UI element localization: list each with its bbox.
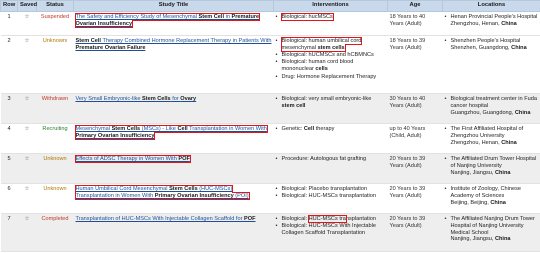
status-label: Suspended — [36, 11, 74, 36]
location-cell: Shenzhen People's HospitalShenzhen, Guan… — [442, 35, 540, 94]
age-cell: 18 Years to 40 Years (Adult) — [387, 11, 443, 36]
study-title-cell: Mesenchymal Stem Cells (MSCs) - Like Cel… — [73, 123, 274, 154]
age-cell: up to 40 Years (Child, Adult) — [387, 123, 443, 154]
status-label: Withdrawn — [36, 93, 74, 124]
age-cell: 30 Years to 40 Years (Adult) — [387, 93, 443, 124]
table-row: 7 ☆ Completed Transplantation of HUC-MSC… — [0, 213, 540, 252]
location-cell: Henan Provincial People's HospitalZhengz… — [442, 11, 540, 36]
intervention-item: Procedure: Autologous fat grafting — [276, 156, 386, 163]
row-number: 7 — [0, 213, 18, 252]
column-header-row[interactable]: Row — [0, 0, 18, 12]
intervention-item: Drug: Hormone Replacement Therapy — [276, 74, 386, 81]
intervention-item: Biological: human cord blood mononuclear… — [276, 59, 386, 73]
location-item: Henan Provincial People's HospitalZhengz… — [445, 14, 539, 28]
age-cell: 20 Years to 39 Years (Adult) — [387, 213, 443, 252]
interventions-cell: Biological: hucMSCs — [273, 11, 388, 36]
study-title-link[interactable]: Mesenchymal Stem Cells (MSCs) - Like Cel… — [76, 126, 267, 139]
study-title-cell: Human Umbilical Cord Mesenchymal Stem Ce… — [73, 183, 274, 214]
location-item: The Affiliated Nanjing Drum Tower Hospit… — [445, 216, 539, 243]
study-title-link[interactable]: Stem Cell Therapy Combined Hormone Repla… — [76, 38, 272, 51]
interventions-cell: Biological: Placebo transplantation Biol… — [273, 183, 388, 214]
status-label: Unknown — [36, 153, 74, 184]
column-header-age[interactable]: Age — [387, 0, 443, 12]
location-cell: The Affiliated Drum Tower Hospital of Na… — [442, 153, 540, 184]
status-label: Unknown! — [36, 35, 74, 94]
save-star-icon[interactable]: ☆ — [17, 213, 37, 252]
save-star-icon[interactable]: ☆ — [17, 93, 37, 124]
interventions-cell: Genetic: Cell therapy — [273, 123, 388, 154]
study-title-cell: Transplantation of HUC-MSCs With Injecta… — [73, 213, 274, 252]
study-title-link[interactable]: Transplantation of HUC-MSCs With Injecta… — [76, 216, 256, 222]
intervention-item: Genetic: Cell therapy — [276, 126, 386, 133]
intervention-item: Biological: hucMSCs — [276, 13, 386, 21]
column-header-saved[interactable]: Saved — [17, 0, 37, 12]
intervention-item: Biological: HUC-MSCs With Injectable Col… — [276, 223, 386, 237]
age-cell: 20 Years to 39 Years (Adult) — [387, 153, 443, 184]
intervention-item: Biological: human umbilical cord mesench… — [276, 37, 386, 52]
interventions-cell: Biological: very small embryonic-like st… — [273, 93, 388, 124]
row-number: 3 — [0, 93, 18, 124]
highlight-box: Human Umbilical Cord Mesenchymal Stem Ce… — [74, 185, 250, 200]
column-header-interventions[interactable]: Interventions — [273, 0, 388, 12]
age-cell: 20 Years to 39 Years (Adult) — [387, 183, 443, 214]
location-cell: Biological treatment center in Fuda canc… — [442, 93, 540, 124]
highlight-box: The Safety and Efficiency Study of Mesen… — [74, 13, 261, 28]
status-label: Recruiting — [36, 123, 74, 154]
row-number: 1 — [0, 11, 18, 36]
location-item: Institute of Zoology, Chinese Academy of… — [445, 186, 539, 206]
study-title-link[interactable]: Effects of ADSC Therapy in Women With PO… — [76, 156, 190, 162]
location-item: Shenzhen People's HospitalShenzhen, Guan… — [445, 38, 539, 52]
status-label: Unknown — [36, 183, 74, 214]
table-row: 4 ☆ Recruiting Mesenchymal Stem Cells (M… — [0, 123, 540, 154]
table-row: 3 ☆ Withdrawn Very Small Embryonic-like … — [0, 93, 540, 124]
row-number: 6 — [0, 183, 18, 214]
intervention-item: Biological: hUCMSCs and hCBMNCs — [276, 52, 386, 59]
table-row: 5 ☆ Unknown Effects of ADSC Therapy in W… — [0, 153, 540, 184]
highlight-box: Mesenchymal Stem Cells (MSCs) - Like Cel… — [74, 125, 268, 140]
save-star-icon[interactable]: ☆ — [17, 153, 37, 184]
study-title-cell: Stem Cell Therapy Combined Hormone Repla… — [73, 35, 274, 94]
location-item: The Affiliated Drum Tower Hospital of Na… — [445, 156, 539, 176]
row-number: 5 — [0, 153, 18, 184]
interventions-cell: Biological: human umbilical cord mesench… — [273, 35, 388, 94]
study-title-link[interactable]: The Safety and Efficiency Study of Mesen… — [76, 14, 260, 27]
column-header-study-title[interactable]: Study Title — [73, 0, 274, 12]
row-number: 4 — [0, 123, 18, 154]
intervention-item: Biological: HUC-MSCs transplantation — [276, 215, 386, 223]
location-cell: Institute of Zoology, Chinese Academy of… — [442, 183, 540, 214]
row-number: 2 — [0, 35, 18, 94]
location-item: The First Affiliated Hospital of Zhengzh… — [445, 126, 539, 146]
save-star-icon[interactable]: ☆ — [17, 123, 37, 154]
location-item: Biological treatment center in Fuda canc… — [445, 96, 539, 116]
warning-flag-icon: ! — [66, 38, 68, 43]
location-cell: The Affiliated Nanjing Drum Tower Hospit… — [442, 213, 540, 252]
status-label: Completed — [36, 213, 74, 252]
study-title-link[interactable]: Human Umbilical Cord Mesenchymal Stem Ce… — [76, 186, 249, 199]
save-star-icon[interactable]: ☆ — [17, 183, 37, 214]
interventions-cell: Biological: HUC-MSCs transplantation Bio… — [273, 213, 388, 252]
save-star-icon[interactable]: ☆ — [17, 35, 37, 94]
table-header-row: Row Saved Status Study Title Interventio… — [0, 0, 540, 12]
study-title-cell: Very Small Embryonic-like Stem Cells for… — [73, 93, 274, 124]
column-header-locations[interactable]: Locations — [442, 0, 540, 12]
highlight-box: HUC-MSCs tra — [307, 215, 347, 223]
highlight-box: Biological: human umbilical cord mesench… — [280, 37, 363, 52]
column-header-status[interactable]: Status — [36, 0, 74, 12]
location-cell: The First Affiliated Hospital of Zhengzh… — [442, 123, 540, 154]
table-row: 1 ☆ Suspended The Safety and Efficiency … — [0, 11, 540, 36]
save-star-icon[interactable]: ☆ — [17, 11, 37, 36]
highlight-box: Biological: hucMSCs — [280, 13, 334, 21]
intervention-item: Biological: very small embryonic-like st… — [276, 96, 386, 110]
intervention-item: Biological: Placebo transplantation — [276, 186, 386, 193]
study-title-link[interactable]: Very Small Embryonic-like Stem Cells for… — [76, 96, 197, 102]
study-title-cell: Effects of ADSC Therapy in Women With PO… — [73, 153, 274, 184]
intervention-item: Biological: HUC-MSCs transplantation — [276, 193, 386, 200]
table-row: 6 ☆ Unknown Human Umbilical Cord Mesench… — [0, 183, 540, 214]
age-cell: 18 Years to 39 Years (Adult) — [387, 35, 443, 94]
interventions-cell: Procedure: Autologous fat grafting — [273, 153, 388, 184]
results-table: Row Saved Status Study Title Interventio… — [0, 0, 540, 252]
table-row: 2 ☆ Unknown! Stem Cell Therapy Combined … — [0, 35, 540, 94]
study-title-cell: The Safety and Efficiency Study of Mesen… — [73, 11, 274, 36]
highlight-box: Effects of ADSC Therapy in Women With PO… — [74, 155, 191, 163]
